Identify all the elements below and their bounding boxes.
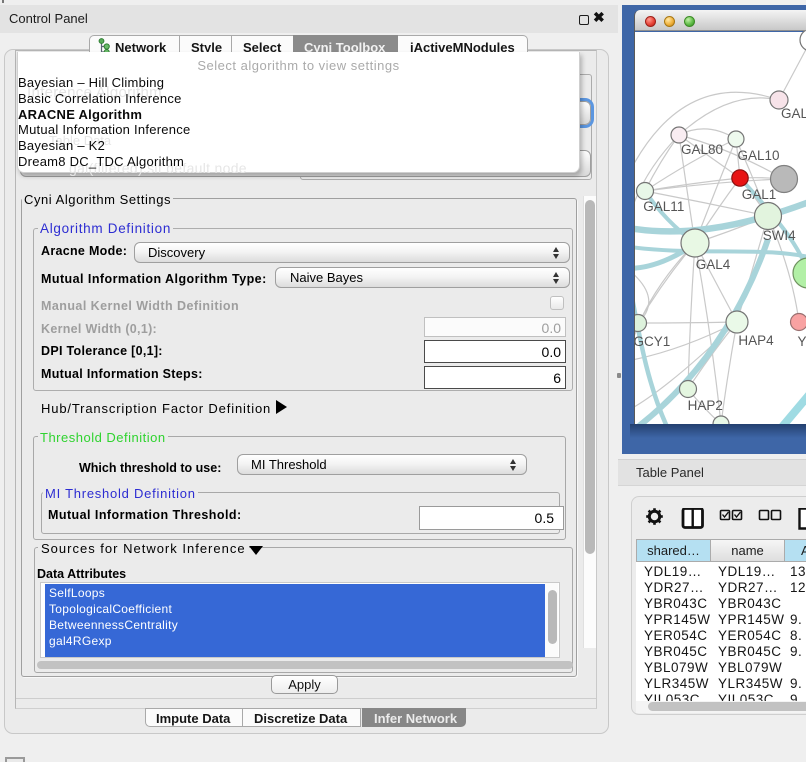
svg-text:GAL1: GAL1 — [742, 187, 777, 202]
svg-text:GAL4: GAL4 — [696, 257, 731, 272]
svg-text:GAL10: GAL10 — [738, 148, 780, 163]
svg-text:HAP4: HAP4 — [738, 333, 774, 348]
svg-text:HAP2: HAP2 — [688, 398, 723, 413]
svg-text:SWI4: SWI4 — [763, 228, 796, 243]
svg-text:YD: YD — [798, 334, 806, 349]
svg-text:GCY1: GCY1 — [635, 334, 670, 349]
svg-text:GAL7: GAL7 — [781, 106, 806, 121]
svg-text:GAL80: GAL80 — [681, 142, 723, 157]
svg-text:GAL11: GAL11 — [643, 199, 684, 214]
